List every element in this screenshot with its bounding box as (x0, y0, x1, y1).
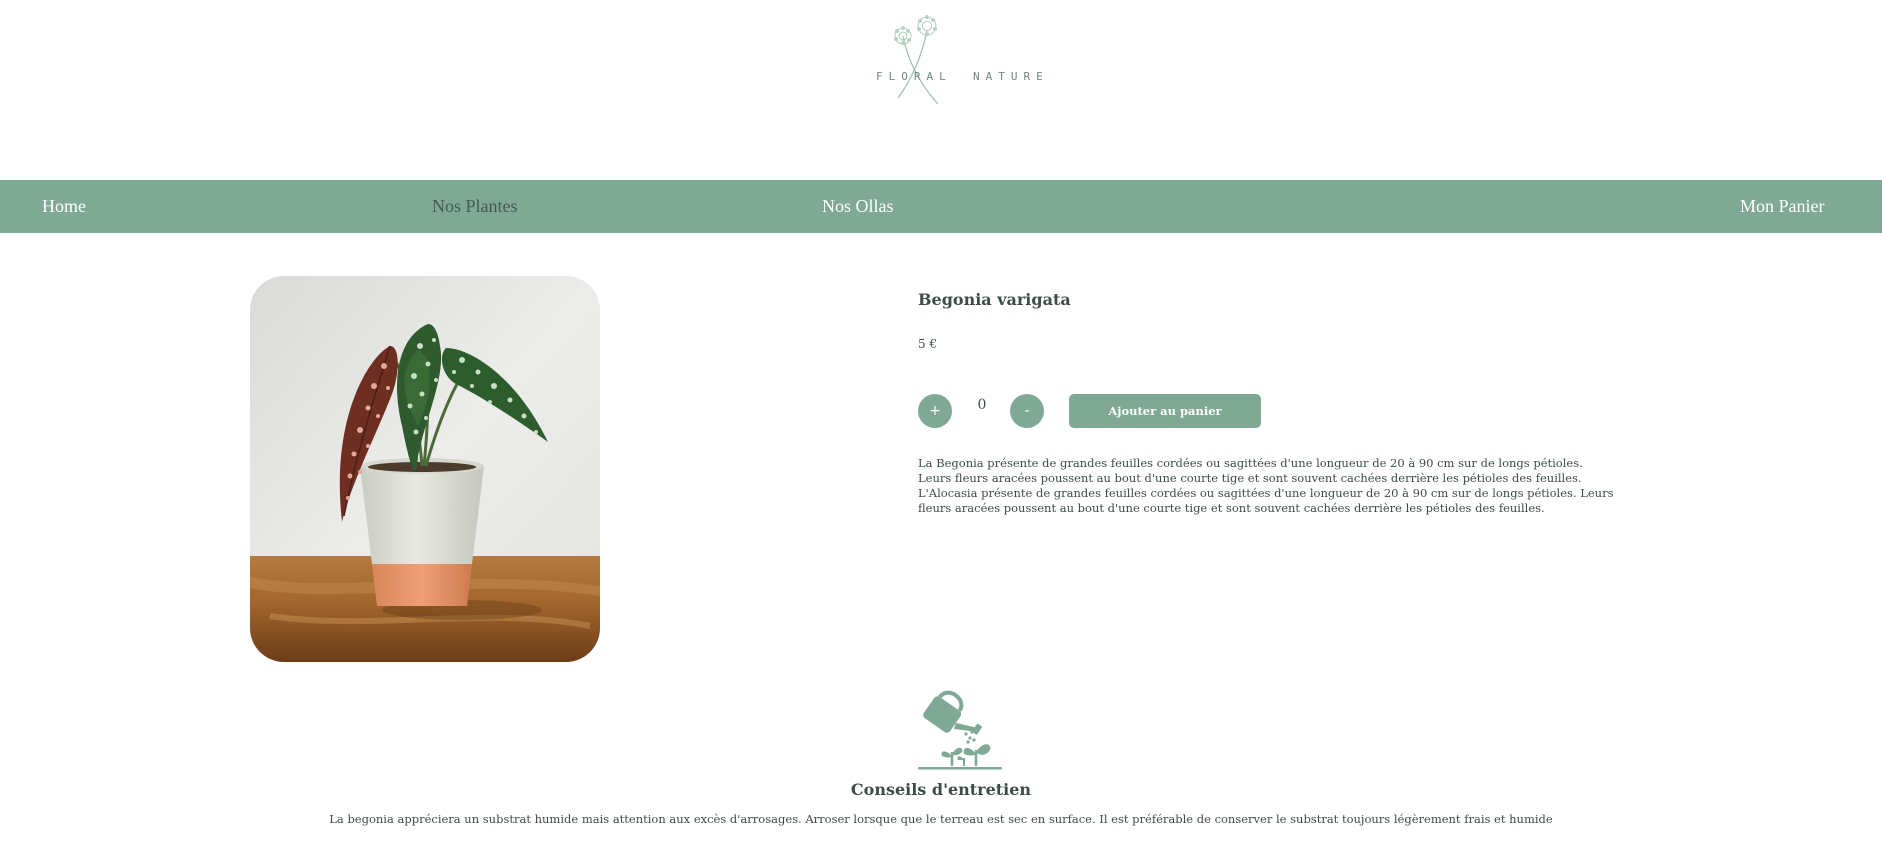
nav-nos-plantes[interactable]: Nos Plantes (432, 180, 518, 233)
watering-can-icon (916, 686, 1004, 772)
quantity-increase-button[interactable]: + (918, 394, 952, 428)
main-nav: Home Nos Plantes Nos Ollas Mon Panier (0, 180, 1882, 233)
care-title: Conseils d'entretien (850, 780, 1032, 799)
logo-word-nature: NATURE (973, 70, 1049, 83)
nav-mon-panier[interactable]: Mon Panier (1740, 180, 1825, 233)
brand-logo[interactable]: FLORAL NATURE (870, 12, 1050, 108)
logo-word-floral: FLORAL (876, 70, 952, 83)
product-image (250, 276, 600, 662)
quantity-value: 0 (977, 397, 987, 413)
add-to-cart-button[interactable]: Ajouter au panier (1069, 394, 1261, 428)
quantity-decrease-button[interactable]: - (1010, 394, 1044, 428)
product-description: La Begonia présente de grandes feuilles … (918, 456, 1614, 515)
nav-nos-ollas[interactable]: Nos Ollas (822, 180, 894, 233)
nav-home[interactable]: Home (42, 180, 86, 233)
dandelion-logo-icon (894, 15, 939, 105)
product-title: Begonia varigata (918, 290, 1071, 309)
care-text: La begonia appréciera un substrat humide… (329, 812, 1553, 826)
product-price: 5 € (918, 337, 938, 351)
